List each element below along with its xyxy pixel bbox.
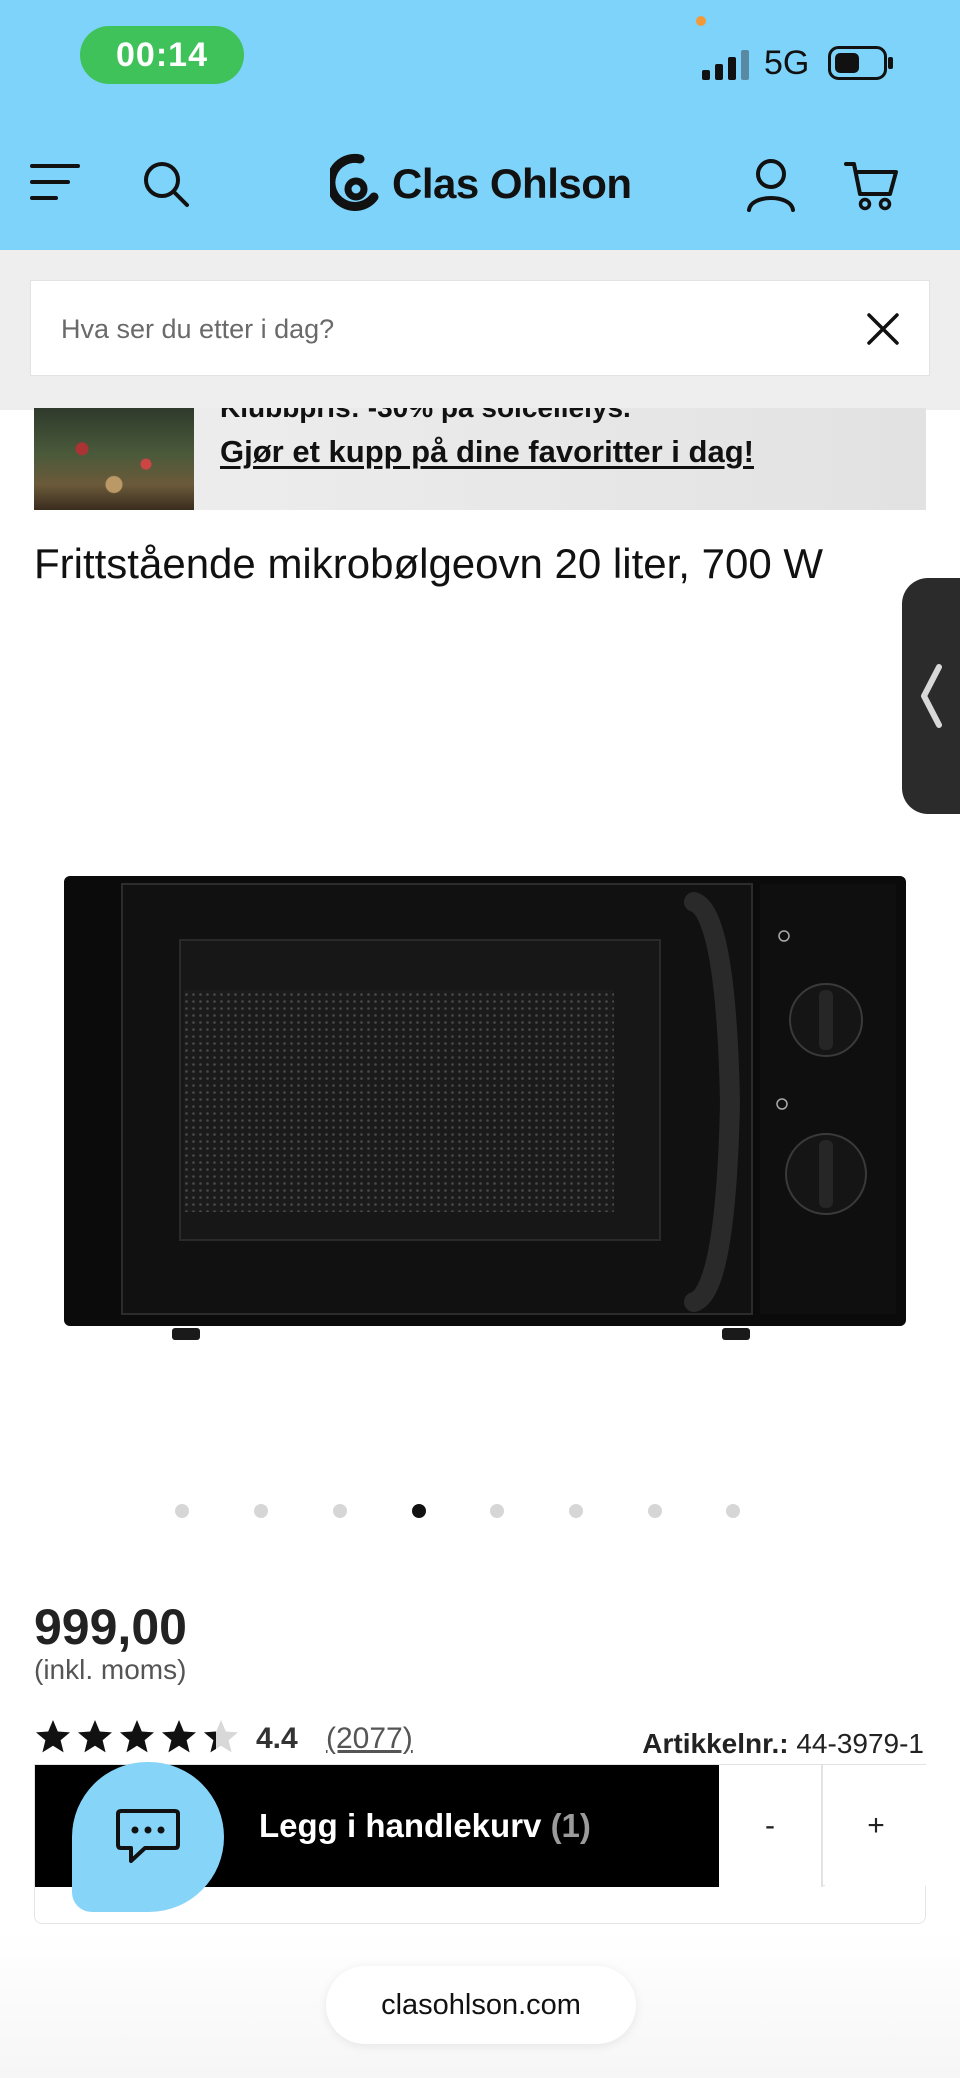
promo-link[interactable]: Gjør et kupp på dine favoritter i dag! bbox=[220, 434, 754, 470]
add-to-cart-label: Legg i handlekurv (1) bbox=[259, 1807, 591, 1845]
brand-logo[interactable]: Clas Ohlson bbox=[330, 150, 632, 218]
menu-icon[interactable] bbox=[30, 162, 80, 202]
close-icon[interactable] bbox=[865, 311, 901, 347]
chat-button[interactable] bbox=[72, 1762, 224, 1912]
rating-value: 4.4 bbox=[256, 1722, 298, 1755]
search-icon[interactable] bbox=[142, 160, 190, 208]
search-box[interactable] bbox=[30, 280, 930, 377]
article-number-value: 44-3979-1 bbox=[796, 1728, 924, 1759]
article-number: Artikkelnr.: 44-3979-1 bbox=[642, 1728, 924, 1760]
vat-note: (inkl. moms) bbox=[34, 1654, 187, 1685]
privacy-indicator-dot bbox=[696, 16, 706, 26]
star-rating-icon bbox=[36, 1720, 238, 1753]
carousel-dot-active[interactable] bbox=[412, 1504, 426, 1518]
search-input[interactable] bbox=[61, 281, 841, 377]
battery-icon bbox=[828, 46, 893, 80]
rating-stars[interactable] bbox=[34, 1718, 248, 1756]
brand-name: Clas Ohlson bbox=[392, 160, 632, 207]
side-panel-tab[interactable] bbox=[902, 578, 960, 814]
carousel-dot[interactable] bbox=[726, 1504, 740, 1518]
signal-icon bbox=[702, 50, 749, 80]
quantity-decrease-button[interactable]: - bbox=[719, 1765, 823, 1887]
promo-image bbox=[34, 408, 194, 510]
promo-text: Klubbpris: -30% på solcellelys. bbox=[220, 408, 631, 424]
article-number-label: Artikkelnr.: bbox=[642, 1728, 789, 1759]
product-title: Frittstående mikrobølgeovn 20 liter, 700… bbox=[34, 540, 824, 587]
network-type: 5G bbox=[764, 44, 810, 82]
cart-quantity: (1) bbox=[550, 1807, 591, 1844]
carousel-dot[interactable] bbox=[648, 1504, 662, 1518]
product-image[interactable] bbox=[64, 872, 906, 1350]
chevron-left-icon bbox=[921, 664, 942, 728]
user-icon[interactable] bbox=[746, 158, 796, 212]
carousel-dot[interactable] bbox=[490, 1504, 504, 1518]
browser-url-bar[interactable]: clasohlson.com bbox=[326, 1966, 636, 2044]
carousel-dot[interactable] bbox=[254, 1504, 268, 1518]
carousel-dot[interactable] bbox=[569, 1504, 583, 1518]
add-to-cart-text: Legg i handlekurv bbox=[259, 1807, 542, 1844]
image-carousel-dots bbox=[0, 1500, 960, 1524]
cart-icon[interactable] bbox=[844, 160, 900, 212]
carousel-dot[interactable] bbox=[333, 1504, 347, 1518]
clas-ohlson-logo-icon bbox=[330, 153, 379, 211]
carousel-dot[interactable] bbox=[175, 1504, 189, 1518]
chat-icon bbox=[116, 1809, 180, 1863]
review-count-link[interactable]: (2077) bbox=[326, 1722, 413, 1756]
promo-banner[interactable]: Klubbpris: -30% på solcellelys. Gjør et … bbox=[34, 408, 926, 510]
product-price: 999,00 bbox=[34, 1599, 187, 1655]
status-time: 00:14 bbox=[80, 26, 244, 84]
quantity-increase-button[interactable]: + bbox=[825, 1765, 927, 1887]
